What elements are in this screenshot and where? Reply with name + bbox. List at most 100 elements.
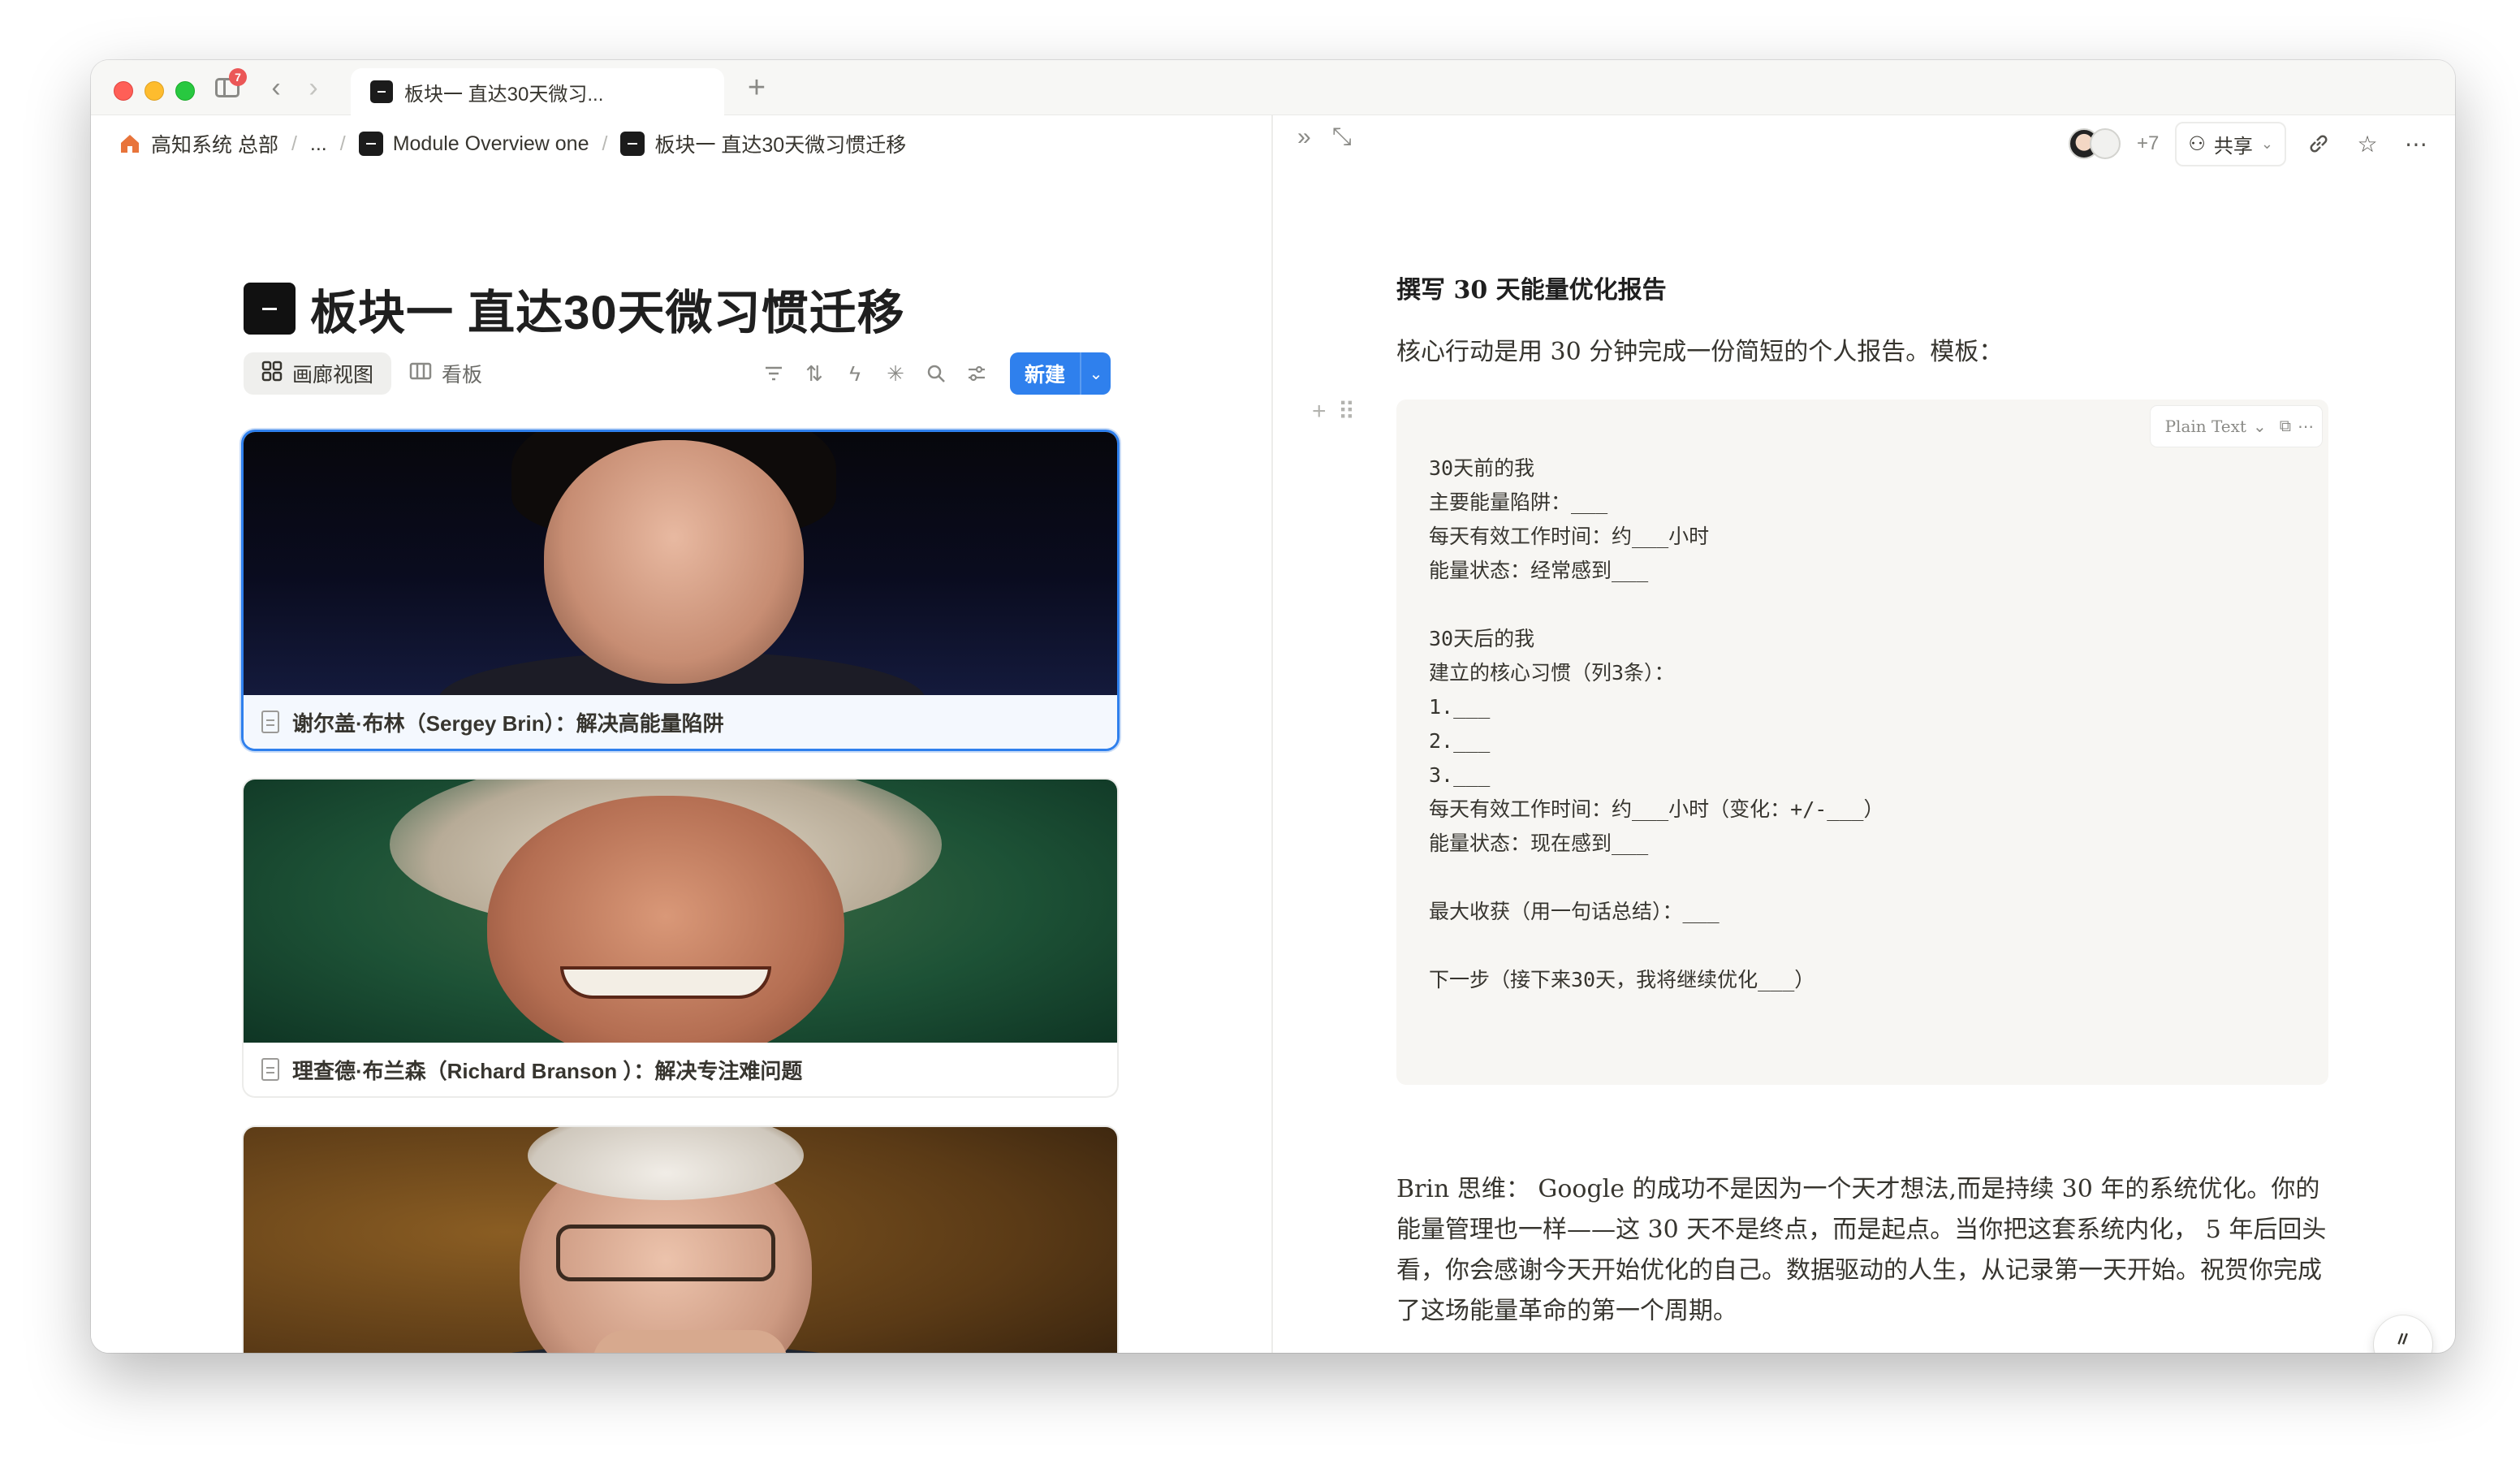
expand-diagonal-icon[interactable]: ⤡ bbox=[1332, 123, 1352, 151]
breadcrumb-item-home[interactable]: 高知系统 总部 bbox=[151, 129, 278, 158]
breadcrumb-separator: / bbox=[339, 132, 346, 155]
collaborators[interactable] bbox=[2069, 128, 2121, 159]
code-line: 30天前的我 bbox=[1429, 456, 1535, 480]
house-icon bbox=[119, 132, 141, 155]
new-button-group: 新建 ⌄ bbox=[1009, 352, 1111, 395]
breadcrumb-item-module[interactable]: Module Overview one bbox=[393, 132, 589, 156]
card-cover-image bbox=[244, 432, 1117, 695]
app-window: 7 ‹ › 板块一 直达30天微习... + 高知系统 总部 / ... / M… bbox=[91, 60, 2455, 1353]
document-icon bbox=[261, 711, 279, 733]
code-line: 能量状态：经常感到___ bbox=[1429, 559, 1649, 582]
back-arrow-icon[interactable]: ‹ bbox=[261, 72, 291, 103]
chevron-down-icon: ⌄ bbox=[2260, 135, 2273, 152]
gallery-card[interactable]: 谢尔盖·布林（Sergey Brin）：解决高能量陷阱 bbox=[244, 432, 1117, 749]
chevron-down-icon: ⌄ bbox=[2252, 417, 2267, 436]
more-options-icon[interactable]: ⋯ bbox=[2400, 127, 2432, 160]
peek-controls: » ⤡ bbox=[1297, 123, 1352, 151]
breadcrumb: 高知系统 总部 / ... / Module Overview one / 板块… bbox=[119, 125, 906, 162]
ai-face-icon: ᐥ bbox=[2397, 1329, 2410, 1353]
filter-icon[interactable] bbox=[753, 353, 794, 394]
left-pane: 高知系统 总部 / ... / Module Overview one / 板块… bbox=[91, 115, 1271, 1353]
tab-gallery-view[interactable]: 画廊视图 bbox=[244, 352, 392, 395]
code-line: 能量状态：现在感到___ bbox=[1429, 832, 1649, 855]
page-title-icon[interactable] bbox=[244, 283, 296, 335]
page-icon bbox=[620, 132, 645, 156]
code-language-select[interactable]: Plain Text ⌄ bbox=[2159, 417, 2273, 436]
document-icon bbox=[261, 1058, 279, 1081]
people-icon: ⚇ bbox=[2188, 132, 2206, 155]
tab-title: 板块一 直达30天微习... bbox=[404, 83, 604, 106]
code-line: 最大收获（用一句话总结）：___ bbox=[1429, 900, 1720, 923]
collaborator-count[interactable]: +7 bbox=[2137, 132, 2159, 155]
drag-handle-icon[interactable]: ⠿ bbox=[1338, 398, 1356, 426]
new-tab-plus-icon[interactable]: + bbox=[740, 71, 773, 105]
code-line: 下一步（接下来30天，我将继续优化___） bbox=[1429, 968, 1815, 991]
page-header: 板块一 直达30天微习惯迁移 bbox=[244, 274, 905, 343]
breadcrumb-item-current[interactable]: 板块一 直达30天微习惯迁移 bbox=[654, 129, 906, 158]
code-language-label: Plain Text bbox=[2164, 417, 2246, 436]
chevron-down-icon[interactable]: ⌄ bbox=[1080, 352, 1111, 395]
page-title[interactable]: 板块一 直达30天微习惯迁移 bbox=[310, 274, 905, 343]
ai-assistant-button[interactable]: ᐥ bbox=[2374, 1315, 2432, 1353]
card-title: 理查德·布兰森（Richard Branson ）：解决专注难问题 bbox=[292, 1058, 803, 1083]
tab-gallery-label: 画廊视图 bbox=[292, 364, 374, 387]
add-block-plus-icon[interactable]: + bbox=[1312, 398, 1327, 426]
close-peek-double-chevron-icon[interactable]: » bbox=[1297, 123, 1311, 151]
gallery-card[interactable]: 理查德·布兰森（Richard Branson ）：解决专注难问题 bbox=[244, 780, 1117, 1096]
code-line: 2.___ bbox=[1429, 729, 1491, 753]
forward-arrow-icon[interactable]: › bbox=[299, 72, 328, 103]
section-heading[interactable]: 撰写 30 天能量优化报告 bbox=[1396, 270, 1667, 305]
zoom-window-button[interactable] bbox=[175, 81, 195, 101]
closing-paragraph[interactable]: Brin 思维： Google 的成功不是因为一个天才想法,而是持续 30 年的… bbox=[1396, 1169, 2338, 1332]
new-button[interactable]: 新建 bbox=[1009, 352, 1080, 395]
card-title: 谢尔盖·布林（Sergey Brin）：解决高能量陷阱 bbox=[292, 711, 724, 736]
gallery-icon bbox=[261, 361, 283, 387]
card-cover-image bbox=[244, 780, 1117, 1043]
copy-icon[interactable]: ⧉ bbox=[2280, 417, 2291, 436]
code-line: 每天有效工作时间：约___小时 bbox=[1429, 525, 1710, 548]
share-button[interactable]: ⚇ 共享 ⌄ bbox=[2175, 121, 2286, 166]
page-icon bbox=[370, 80, 393, 103]
code-line: 3.___ bbox=[1429, 763, 1491, 787]
search-icon[interactable] bbox=[916, 353, 956, 394]
star-icon[interactable]: ☆ bbox=[2351, 127, 2384, 160]
card-caption: 谢尔盖·布林（Sergey Brin）：解决高能量陷阱 bbox=[244, 695, 1117, 749]
more-options-icon[interactable]: ⋯ bbox=[2298, 417, 2314, 437]
breadcrumb-separator: / bbox=[602, 132, 608, 155]
gallery-card[interactable] bbox=[244, 1127, 1117, 1353]
breadcrumb-item-ellipsis[interactable]: ... bbox=[310, 132, 327, 156]
peek-pane: » ⤡ +7 ⚇ 共享 ⌄ ☆ ⋯ 撰写 30 天能量优化报告 核心行动是用 3… bbox=[1273, 115, 2455, 1353]
close-window-button[interactable] bbox=[114, 81, 133, 101]
page-actions: +7 ⚇ 共享 ⌄ ☆ ⋯ bbox=[2069, 121, 2432, 166]
code-line: 建立的核心习惯（列3条）： bbox=[1429, 661, 1675, 685]
code-line: 30天后的我 bbox=[1429, 627, 1535, 650]
code-line: 每天有效工作时间：约___小时（变化：+/-___） bbox=[1429, 797, 1884, 821]
settings-sliders-icon[interactable] bbox=[956, 353, 997, 394]
tab-board-view[interactable]: 看板 bbox=[391, 352, 500, 395]
code-content[interactable]: 30天前的我 主要能量陷阱：___ 每天有效工作时间：约___小时 能量状态：经… bbox=[1429, 451, 1884, 997]
sort-icon[interactable]: ⇅ bbox=[794, 353, 835, 394]
card-caption: 理查德·布兰森（Richard Branson ）：解决专注难问题 bbox=[244, 1043, 1117, 1096]
title-bar: 7 ‹ › 板块一 直达30天微习... + bbox=[91, 60, 2455, 115]
tab-current-page[interactable]: 板块一 直达30天微习... bbox=[351, 68, 724, 115]
database-view-bar: 画廊视图 看板 ⇅ ϟ ✳ 新建 ⌄ bbox=[244, 351, 1111, 396]
link-icon[interactable] bbox=[2302, 127, 2335, 160]
sparkle-icon[interactable]: ✳ bbox=[875, 353, 916, 394]
code-line: 1.___ bbox=[1429, 695, 1491, 719]
code-block[interactable]: Plain Text ⌄ ⧉ ⋯ 30天前的我 主要能量陷阱：___ 每天有效工… bbox=[1396, 400, 2328, 1085]
tab-board-label: 看板 bbox=[442, 364, 483, 387]
card-cover-image bbox=[244, 1127, 1117, 1353]
notification-badge: 7 bbox=[229, 68, 247, 86]
code-block-toolbar: Plain Text ⌄ ⧉ ⋯ bbox=[2150, 406, 2322, 447]
page-icon bbox=[358, 132, 383, 156]
intro-paragraph[interactable]: 核心行动是用 30 分钟完成一份简短的个人报告。模板： bbox=[1396, 331, 2003, 367]
share-label: 共享 bbox=[2213, 135, 2253, 158]
avatar bbox=[2090, 128, 2121, 159]
breadcrumb-separator: / bbox=[291, 132, 297, 155]
automation-bolt-icon[interactable]: ϟ bbox=[835, 353, 875, 394]
code-line: 主要能量陷阱：___ bbox=[1429, 490, 1608, 514]
minimize-window-button[interactable] bbox=[145, 81, 164, 101]
